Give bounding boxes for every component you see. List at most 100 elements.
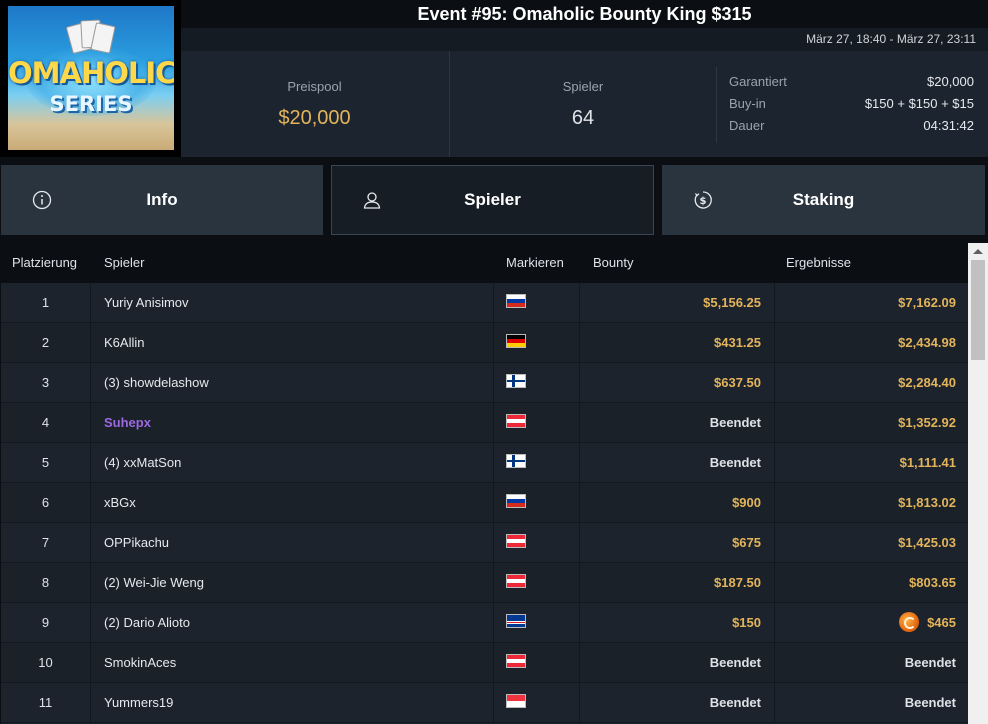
table-row[interactable]: 3 (3) showdelashow $637.50 $2,284.40	[1, 363, 968, 403]
tab-staking[interactable]: $ Staking	[662, 165, 985, 235]
result-cell: $1,425.03	[774, 523, 956, 563]
table-scrollbar[interactable]	[968, 243, 988, 724]
result-cell: $1,813.02	[774, 483, 956, 523]
players-stat: Spieler 64	[449, 51, 716, 157]
flag-fi-icon	[506, 374, 526, 388]
result-cell: $1,352.92	[774, 403, 956, 443]
table-row[interactable]: 9 (2) Dario Alioto $150 $465	[1, 603, 968, 643]
players-value: 64	[571, 107, 595, 129]
bounty-cell: $900	[732, 495, 761, 510]
bounty-cell: Beendet	[709, 455, 761, 470]
buyin-label: Buy-in	[729, 96, 766, 111]
prize-pool-label: Preispool	[287, 79, 342, 94]
bounty-cell: $150	[732, 615, 761, 630]
mark-cell[interactable]	[493, 403, 580, 443]
player-name-cell[interactable]: (4) xxMatSon	[104, 443, 494, 483]
tab-staking-label: Staking	[792, 190, 855, 209]
mark-cell[interactable]	[493, 443, 580, 483]
place-cell: 5	[1, 443, 91, 483]
bounty-cell: Beendet	[709, 415, 761, 430]
player-name-cell[interactable]: (2) Dario Alioto	[104, 603, 494, 643]
omaholic-series-logo: OMAHOLIC SERIES	[8, 6, 174, 150]
header-place[interactable]: Platzierung	[12, 243, 77, 283]
players-label: Spieler	[562, 79, 604, 94]
table-row[interactable]: 8 (2) Wei-Jie Weng $187.50 $803.65	[1, 563, 968, 603]
place-cell: 3	[1, 363, 91, 403]
bounty-cell: $431.25	[714, 335, 761, 350]
flag-de-icon	[506, 334, 526, 348]
player-name-cell[interactable]: (3) showdelashow	[104, 363, 494, 403]
result-cell: $803.65	[774, 563, 956, 603]
table-header: Platzierung Spieler Markieren Bounty Erg…	[1, 243, 968, 283]
header-player[interactable]: Spieler	[104, 243, 144, 283]
mark-cell[interactable]	[493, 283, 580, 323]
place-cell: 2	[1, 323, 91, 363]
player-name-cell[interactable]: K6Allin	[104, 323, 494, 363]
result-cell: Beendet	[774, 643, 956, 683]
result-value: $465	[927, 615, 956, 630]
bounty-cell: $675	[732, 535, 761, 550]
tab-info[interactable]: Info	[1, 165, 323, 235]
flag-at-icon	[506, 654, 526, 668]
buyin-value: $150 + $150 + $15	[864, 96, 974, 111]
players-table: Platzierung Spieler Markieren Bounty Erg…	[1, 243, 968, 724]
result-cell: $2,284.40	[774, 363, 956, 403]
mark-cell[interactable]	[493, 643, 580, 683]
table-row[interactable]: 6 xBGx $900 $1,813.02	[1, 483, 968, 523]
mark-cell[interactable]	[493, 563, 580, 603]
cards-icon	[63, 19, 119, 55]
place-cell: 1	[1, 283, 91, 323]
player-name-cell[interactable]: Yummers19	[104, 683, 494, 723]
scroll-up-arrow-icon[interactable]	[968, 243, 988, 259]
tab-info-label: Info	[146, 190, 178, 209]
tab-players[interactable]: Spieler	[331, 165, 654, 235]
mark-cell[interactable]	[493, 603, 580, 643]
buyin-row: Buy-in $150 + $150 + $15	[729, 93, 974, 115]
mark-cell[interactable]	[493, 523, 580, 563]
mark-cell[interactable]	[493, 483, 580, 523]
table-row[interactable]: 4 Suhepx Beendet $1,352.92	[1, 403, 968, 443]
table-row[interactable]: 11 Yummers19 Beendet Beendet	[1, 683, 968, 723]
flag-at-icon	[506, 534, 526, 548]
header-result[interactable]: Ergebnisse	[786, 243, 851, 283]
flag-ru-icon	[506, 494, 526, 508]
guaranteed-label: Garantiert	[729, 74, 787, 89]
table-row[interactable]: 7 OPPikachu $675 $1,425.03	[1, 523, 968, 563]
place-cell: 6	[1, 483, 91, 523]
header-bounty[interactable]: Bounty	[593, 243, 633, 283]
event-title: Event #95: Omaholic Bounty King $315	[181, 0, 988, 28]
player-name-cell[interactable]: Yuriy Anisimov	[104, 283, 494, 323]
player-name-cell[interactable]: OPPikachu	[104, 523, 494, 563]
flag-sg-icon	[506, 694, 526, 708]
result-cell: Beendet	[774, 683, 956, 723]
table-row[interactable]: 10 SmokinAces Beendet Beendet	[1, 643, 968, 683]
event-dates: März 27, 18:40 - März 27, 23:11	[181, 28, 988, 51]
bounty-cell: $637.50	[714, 375, 761, 390]
flag-fi-icon	[506, 454, 526, 468]
logo-text-series: SERIES	[49, 92, 133, 116]
mark-cell[interactable]	[493, 683, 580, 723]
flag-cv-icon	[506, 614, 526, 628]
place-cell: 10	[1, 643, 91, 683]
guaranteed-value: $20,000	[927, 74, 974, 89]
mark-cell[interactable]	[493, 323, 580, 363]
duration-label: Dauer	[729, 118, 765, 133]
player-name-cell[interactable]: xBGx	[104, 483, 494, 523]
table-row[interactable]: 2 K6Allin $431.25 $2,434.98	[1, 323, 968, 363]
player-name-cell[interactable]: (2) Wei-Jie Weng	[104, 563, 494, 603]
bounty-cell: $5,156.25	[703, 295, 761, 310]
prize-pool-value: $20,000	[278, 107, 351, 129]
player-name-cell[interactable]: Suhepx	[104, 403, 494, 443]
player-name-cell[interactable]: SmokinAces	[104, 643, 494, 683]
table-row[interactable]: 5 (4) xxMatSon Beendet $1,111.41	[1, 443, 968, 483]
bounty-cell: Beendet	[709, 655, 761, 670]
mark-cell[interactable]	[493, 363, 580, 403]
event-details: Garantiert $20,000 Buy-in $150 + $150 + …	[716, 67, 988, 143]
scrollbar-thumb[interactable]	[971, 260, 985, 360]
header-mark[interactable]: Markieren	[506, 243, 564, 283]
guaranteed-row: Garantiert $20,000	[729, 71, 974, 93]
place-cell: 8	[1, 563, 91, 603]
staking-coin-icon[interactable]	[899, 611, 920, 632]
result-cell: $7,162.09	[774, 283, 956, 323]
table-row[interactable]: 1 Yuriy Anisimov $5,156.25 $7,162.09	[1, 283, 968, 323]
